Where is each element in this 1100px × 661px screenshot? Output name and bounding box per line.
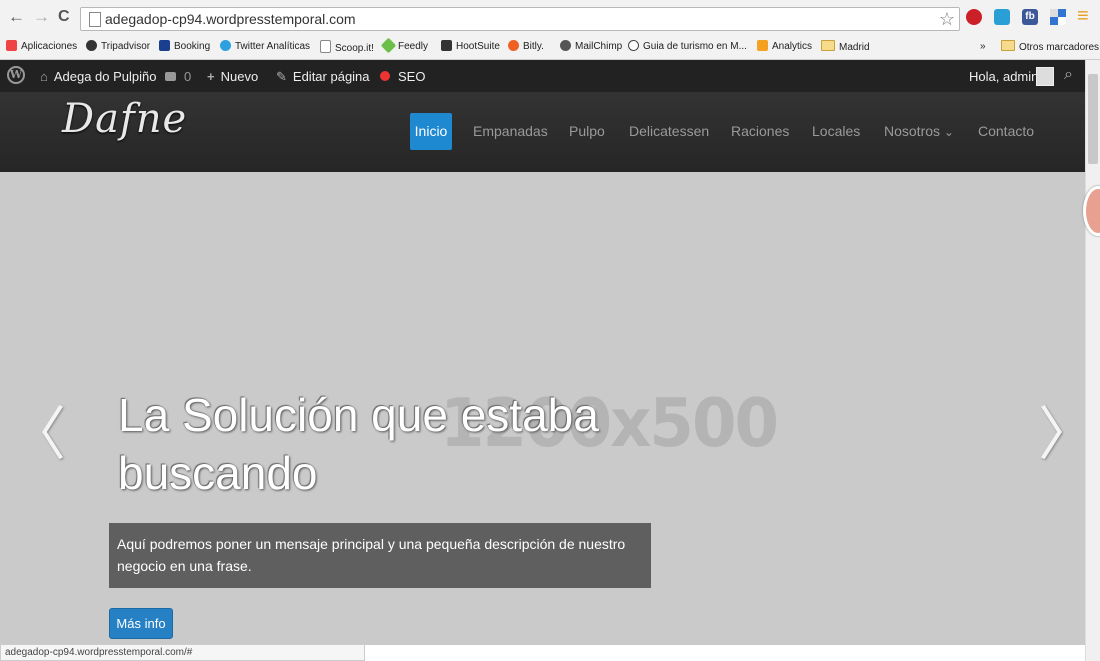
bookmark-bitly[interactable]: Bitly. [508, 40, 544, 54]
extension-icon[interactable] [994, 9, 1010, 25]
booking-icon [159, 40, 170, 51]
wordpress-logo-icon[interactable]: W [7, 66, 25, 84]
admin-new-link[interactable]: + Nuevo [207, 69, 258, 84]
bookmark-analytics[interactable]: Analytics [757, 40, 812, 54]
bookmark-scoopit[interactable]: Scoop.it! [320, 40, 374, 56]
bookmark-label: Guia de turismo en M... [643, 41, 747, 52]
bookmark-label: Scoop.it! [335, 43, 374, 54]
bookmarks-overflow-chevron[interactable]: » [980, 40, 986, 54]
hootsuite-icon [441, 40, 452, 51]
twitter-icon [220, 40, 231, 51]
admin-site-name: Adega do Pulpiño [53, 69, 157, 84]
bookmark-hootsuite[interactable]: HootSuite [441, 40, 500, 54]
bookmark-aplicaciones[interactable]: Aplicaciones [6, 40, 77, 54]
bookmark-label: Analytics [772, 41, 813, 52]
admin-edit-link[interactable]: ✎ Editar página [276, 69, 370, 85]
menu-item-inicio[interactable]: Inicio [410, 113, 452, 150]
bookmark-mailchimp[interactable]: MailChimp [560, 40, 622, 54]
pinterest-icon[interactable] [966, 9, 982, 25]
bookmark-label: Twitter Analíticas [235, 41, 311, 52]
plus-icon: + [207, 69, 215, 84]
hero-caption: Aquí podremos poner un mensaje principal… [109, 523, 651, 588]
admin-edit-label: Editar página [292, 69, 370, 84]
bookmark-madrid[interactable]: Madrid [821, 40, 870, 55]
admin-comments-link[interactable]: 0 [165, 69, 191, 84]
wp-admin-bar: W ⌂ Adega do Pulpiño 0 + Nuevo ✎ Editar pág… [0, 60, 1085, 92]
back-icon[interactable]: ← [8, 8, 25, 26]
reload-icon[interactable]: C [58, 8, 70, 26]
tripadvisor-icon [86, 40, 97, 51]
admin-site-link[interactable]: ⌂ Adega do Pulpiño [40, 69, 157, 84]
bookmark-label: Tripadvisor [101, 41, 151, 52]
bookmark-label: Bitly. [523, 41, 544, 52]
bookmark-label: Feedly [398, 41, 429, 52]
folder-icon [821, 40, 835, 51]
admin-new-label: Nuevo [220, 69, 259, 84]
menu-item-contacto[interactable]: Contacto [978, 123, 1034, 139]
bookmark-label: Madrid [839, 42, 870, 53]
bookmark-booking[interactable]: Booking [159, 40, 210, 54]
facebook-extension-icon[interactable]: fb [1022, 9, 1038, 25]
chrome-menu-icon[interactable]: ≡ [1077, 6, 1089, 26]
bookmark-guia[interactable]: Guia de turismo en M... [628, 40, 747, 54]
page-icon [320, 40, 331, 53]
bookmarks-bar: Aplicaciones Tripadvisor Booking Twitter… [0, 36, 1100, 60]
bookmark-label: HootSuite [456, 41, 500, 52]
bookmark-twitter[interactable]: Twitter Analíticas [220, 40, 310, 54]
bookmark-label: Booking [174, 41, 211, 52]
bookmark-tripadvisor[interactable]: Tripadvisor [86, 40, 150, 54]
menu-item-delicatessen[interactable]: Delicatessen [629, 123, 709, 139]
home-icon: ⌂ [40, 69, 48, 84]
bookmark-label: MailChimp [575, 41, 623, 52]
delicious-icon[interactable] [1050, 9, 1066, 25]
bookmark-star-icon[interactable]: ☆ [939, 9, 955, 30]
address-bar[interactable]: adegadop-cp94.wordpresstemporal.com ☆ [80, 7, 960, 31]
folder-icon [1001, 40, 1015, 51]
bookmark-otros-marcadores[interactable]: Otros marcadores [1001, 40, 1099, 55]
page-icon [89, 12, 101, 27]
site-header: Dafne Inicio Empanadas Pulpo Delicatesse… [0, 92, 1085, 173]
search-icon[interactable]: ⌕ [1064, 66, 1073, 84]
chevron-down-icon: ⌄ [943, 125, 954, 139]
url-text[interactable]: adegadop-cp94.wordpresstemporal.com [105, 11, 356, 27]
slider-next-arrow-icon[interactable]: 〉 [1038, 404, 1085, 464]
hero-slider: 1200x500 La Solución que estaba buscando… [0, 172, 1085, 645]
avatar[interactable] [1036, 67, 1054, 86]
bookmark-label: Aplicaciones [21, 41, 78, 52]
admin-greeting[interactable]: Hola, admin [969, 69, 1038, 84]
site-logo[interactable]: Dafne [62, 96, 187, 142]
slider-prev-arrow-icon[interactable]: 〈 [8, 404, 66, 464]
browser-status-bar: adegadop-cp94.wordpresstemporal.com/# [0, 644, 365, 661]
guia-icon [628, 40, 639, 51]
menu-item-nosotros[interactable]: Nosotros ⌄ [884, 123, 954, 139]
menu-item-pulpo[interactable]: Pulpo [569, 123, 605, 139]
browser-toolbar: ← → C adegadop-cp94.wordpresstemporal.co… [0, 0, 1100, 36]
page-scrollbar[interactable] [1085, 60, 1100, 661]
bitly-icon [508, 40, 519, 51]
mas-info-button[interactable]: Más info [109, 608, 173, 639]
menu-item-label: Nosotros [884, 123, 941, 139]
menu-item-empanadas[interactable]: Empanadas [473, 123, 548, 139]
admin-seo-label: SEO [398, 69, 426, 84]
comment-icon [165, 72, 176, 81]
seo-status-icon [380, 71, 390, 81]
comment-count: 0 [184, 69, 192, 84]
scrollbar-thumb[interactable] [1088, 74, 1098, 164]
feedly-icon [380, 37, 397, 54]
analytics-icon [757, 40, 768, 51]
menu-item-locales[interactable]: Locales [812, 123, 860, 139]
pencil-icon: ✎ [276, 69, 287, 84]
bookmark-label: Otros marcadores [1019, 42, 1100, 53]
forward-icon[interactable]: → [33, 8, 50, 26]
menu-item-raciones[interactable]: Raciones [731, 123, 789, 139]
bookmark-feedly[interactable]: Feedly [380, 37, 429, 54]
hero-headline: La Solución que estaba buscando [118, 389, 599, 499]
mailchimp-icon [560, 40, 571, 51]
apps-icon [6, 40, 17, 51]
admin-seo-link[interactable]: SEO [380, 69, 425, 84]
